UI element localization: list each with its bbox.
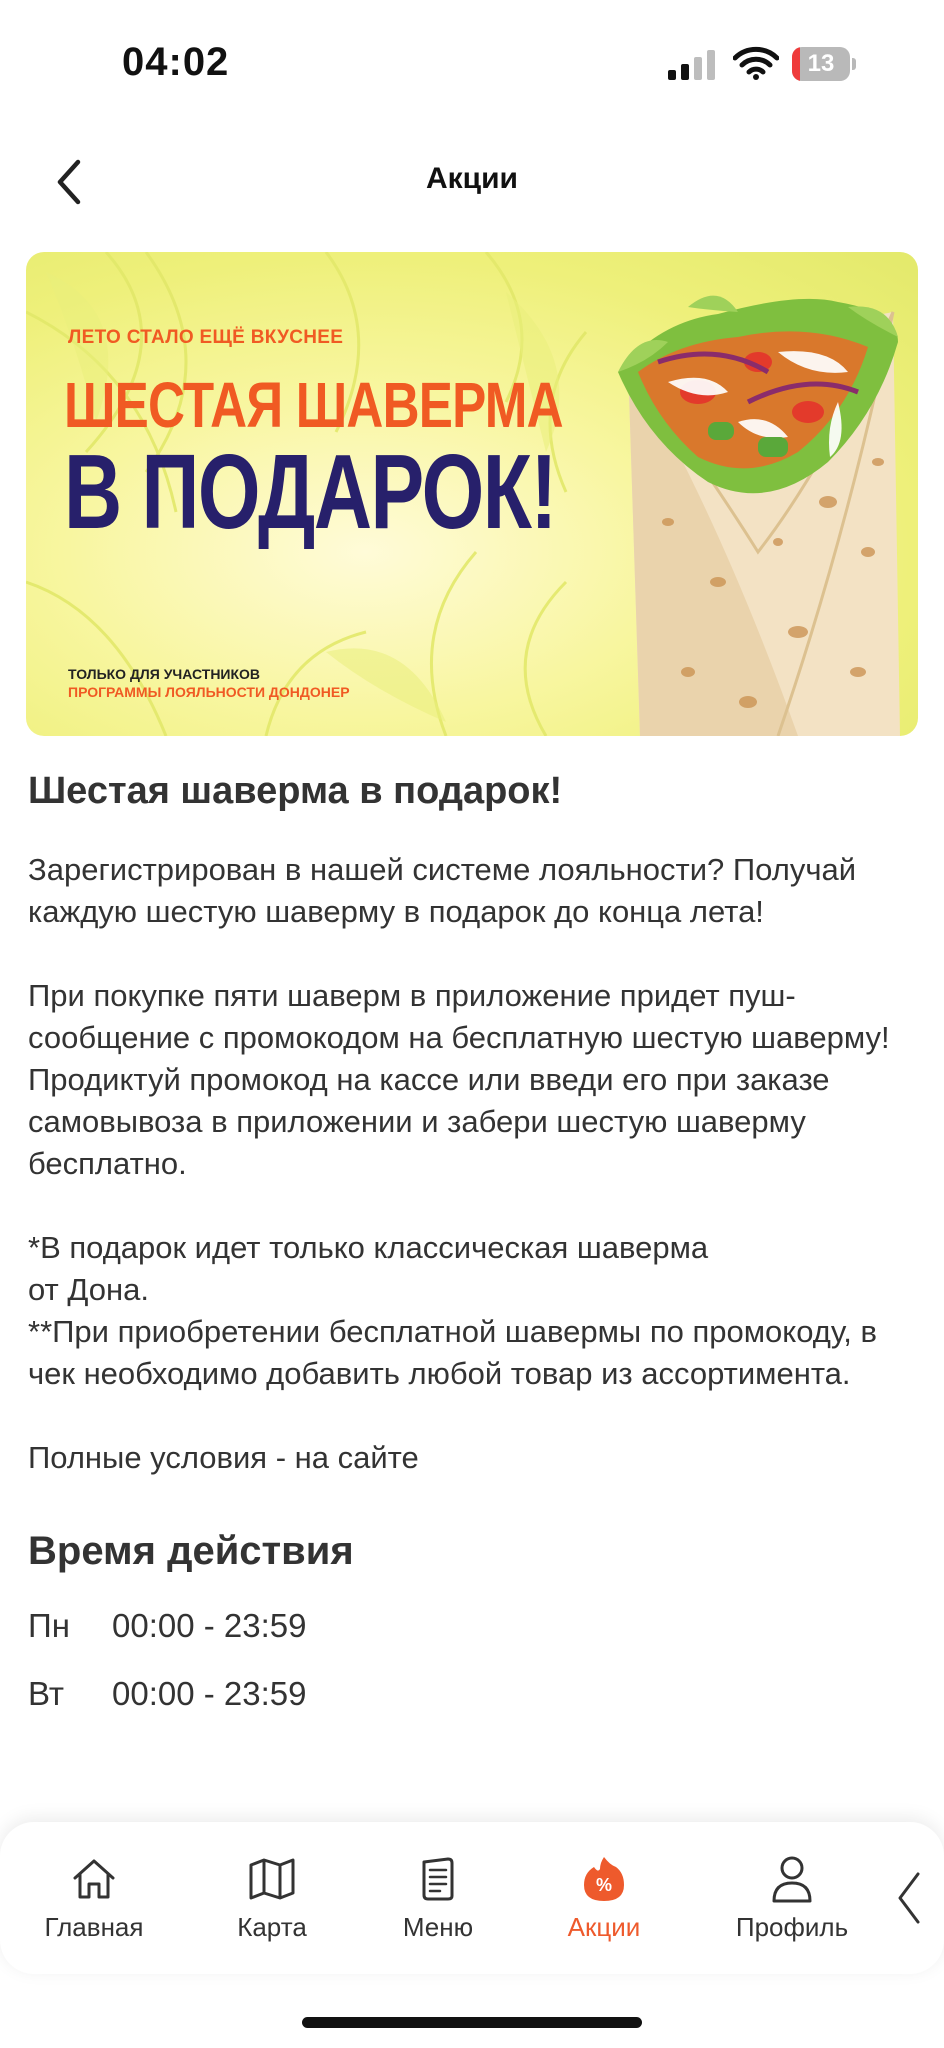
banner-headline-line1: ШЕСТАЯ ШАВЕРМА — [64, 369, 564, 441]
battery-indicator: 13 — [792, 47, 856, 81]
promo-note-1-line-1: *В подарок идет только классическая шаве… — [28, 1230, 709, 1265]
banner-footnote-line1: ТОЛЬКО ДЛЯ УЧАСТНИКОВ — [68, 666, 261, 682]
banner-footnote-line2: ПРОГРАММЫ ЛОЯЛЬНОСТИ ДОНДОНЕР — [68, 684, 350, 700]
promo-paragraph-2: При покупке пяти шаверм в приложение при… — [28, 978, 890, 1181]
schedule-time: 00:00 - 23:59 — [112, 1607, 307, 1644]
promo-banner: ЛЕТО СТАЛО ЕЩЁ ВКУСНЕЕ ШЕСТАЯ ШАВЕРМА В … — [26, 252, 918, 736]
schedule-row: Вт 00:00 - 23:59 — [28, 1660, 918, 1728]
menu-book-icon — [422, 1857, 454, 1900]
promo-percent-icon: % — [584, 1856, 624, 1901]
schedule-day: Вт — [28, 1675, 65, 1712]
tab-bar-scroll-button[interactable] — [890, 1866, 930, 1930]
battery-percent: 13 — [807, 50, 835, 77]
promo-paragraph-1: Зарегистрирован в нашей системе лояльнос… — [28, 852, 857, 929]
shawarma-image — [618, 295, 900, 736]
tab-bar: Главная Карта Меню % Акции Профиль — [0, 1822, 944, 1974]
status-time: 04:02 — [122, 40, 230, 84]
tab-profile-label: Профиль — [735, 1911, 849, 1942]
tab-promo[interactable]: % Акции — [534, 1822, 674, 1974]
tab-profile[interactable]: Профиль — [722, 1822, 862, 1974]
wifi-icon — [733, 46, 779, 80]
schedule-title: Время действия — [28, 1529, 354, 1573]
status-bar: 04:02 13 — [0, 0, 944, 130]
promo-terms-link[interactable]: Полные условия - на сайте — [28, 1437, 918, 1479]
schedule-day: Пн — [28, 1607, 70, 1644]
tab-home[interactable]: Главная — [24, 1822, 164, 1974]
tab-home-label: Главная — [44, 1911, 144, 1942]
header: Акции — [0, 130, 944, 230]
promo-note-2: **При приобретении бесплатной шавермы по… — [28, 1314, 877, 1391]
page-title: Акции — [425, 162, 518, 195]
banner-kicker: ЛЕТО СТАЛО ЕЩЁ ВКУСНЕЕ — [68, 327, 344, 348]
home-icon — [73, 1859, 115, 1898]
promo-title: Шестая шаверма в подарок! — [28, 770, 563, 812]
promo-note-1-line-2: от Дона. — [28, 1272, 149, 1307]
map-icon — [249, 1858, 295, 1899]
banner-headline-line2: В ПОДАРОК! — [64, 433, 557, 551]
cellular-signal-icon — [668, 50, 715, 80]
tab-map-label: Карта — [237, 1911, 307, 1942]
promo-details: Шестая шаверма в подарок! Зарегистрирова… — [28, 770, 918, 1728]
schedule-time: 00:00 - 23:59 — [112, 1675, 307, 1712]
profile-icon — [772, 1856, 812, 1902]
tab-menu-label: Меню — [402, 1911, 474, 1942]
schedule-row: Пн 00:00 - 23:59 — [28, 1592, 918, 1660]
chevron-left-icon — [898, 1872, 920, 1924]
home-indicator — [302, 2017, 642, 2028]
tab-promo-label: Акции — [567, 1911, 641, 1942]
tab-menu[interactable]: Меню — [368, 1822, 508, 1974]
tab-map[interactable]: Карта — [202, 1822, 342, 1974]
svg-text:%: % — [596, 1875, 612, 1895]
